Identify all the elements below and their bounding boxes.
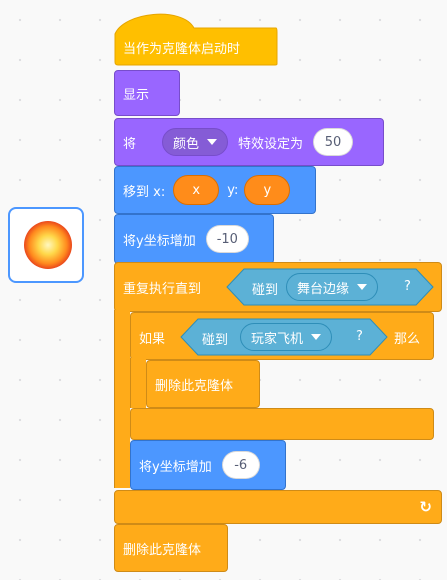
- touching-player-value: 玩家飞机: [251, 331, 304, 347]
- chevron-down-icon: [357, 284, 368, 290]
- set-effect-prefix: 将: [123, 136, 137, 152]
- change-y-inner-block[interactable]: 将y坐标增加 -6: [130, 440, 286, 490]
- effect-value-input[interactable]: 50: [313, 128, 354, 156]
- if-spine: [130, 358, 146, 408]
- touching-player-dropdown[interactable]: 玩家飞机: [240, 323, 333, 351]
- change-y-block[interactable]: 将y坐标增加 -10: [114, 214, 274, 264]
- loop-arrow-icon: ↻: [419, 498, 432, 516]
- if-bottom: [130, 408, 434, 440]
- touching-edge-question: ?: [404, 279, 411, 294]
- show-label: 显示: [123, 87, 150, 103]
- goto-label: 移到 x:: [123, 184, 166, 200]
- delete-clone-final-label: 删除此克隆体: [123, 542, 202, 558]
- repeat-until-spine: [114, 310, 130, 488]
- touching-player-question: ?: [356, 329, 363, 344]
- y-variable-reporter[interactable]: y: [244, 175, 291, 205]
- hat-shape: [114, 13, 278, 66]
- set-effect-block[interactable]: 将 颜色 特效设定为 50: [114, 118, 384, 166]
- chevron-down-icon: [311, 334, 322, 340]
- change-y-inner-value-input[interactable]: -6: [221, 451, 260, 479]
- touching-player-label: 碰到: [202, 333, 229, 348]
- x-variable-reporter[interactable]: x: [173, 175, 220, 205]
- effect-dropdown[interactable]: 颜色: [162, 128, 229, 156]
- hat-label: 当作为克隆体启动时: [123, 42, 241, 57]
- delete-clone-final-block[interactable]: 删除此克隆体: [114, 524, 228, 572]
- change-y-value-input[interactable]: -10: [205, 225, 249, 253]
- if-label: 如果: [139, 332, 166, 347]
- chevron-down-icon: [207, 139, 218, 145]
- goto-y-label: y:: [227, 182, 239, 198]
- sprite-thumbnail[interactable]: [8, 207, 84, 283]
- set-effect-mid: 特效设定为: [238, 136, 304, 152]
- delete-clone-inner-label: 删除此克隆体: [155, 378, 234, 394]
- sprite-thumbnail-icon: [24, 221, 72, 269]
- if-then-label: 那么: [394, 332, 421, 347]
- repeat-until-label: 重复执行直到: [123, 282, 202, 297]
- repeat-until-bottom: [114, 490, 442, 524]
- touching-edge-label: 碰到: [252, 283, 279, 298]
- goto-xy-block[interactable]: 移到 x: x y: y: [114, 166, 316, 214]
- show-block[interactable]: 显示: [114, 70, 180, 116]
- touching-edge-condition[interactable]: 碰到 舞台边缘 ?: [226, 268, 434, 306]
- touching-edge-value: 舞台边缘: [297, 281, 350, 297]
- change-y-inner-label: 将y坐标增加: [139, 459, 212, 475]
- touching-player-condition[interactable]: 碰到 玩家飞机 ?: [180, 318, 388, 356]
- hat-block[interactable]: 当作为克隆体启动时: [114, 8, 278, 66]
- touching-edge-dropdown[interactable]: 舞台边缘: [286, 273, 379, 301]
- change-y-label: 将y坐标增加: [123, 233, 196, 249]
- delete-clone-inner-block[interactable]: 删除此克隆体: [146, 360, 260, 408]
- effect-dropdown-value: 颜色: [173, 136, 200, 152]
